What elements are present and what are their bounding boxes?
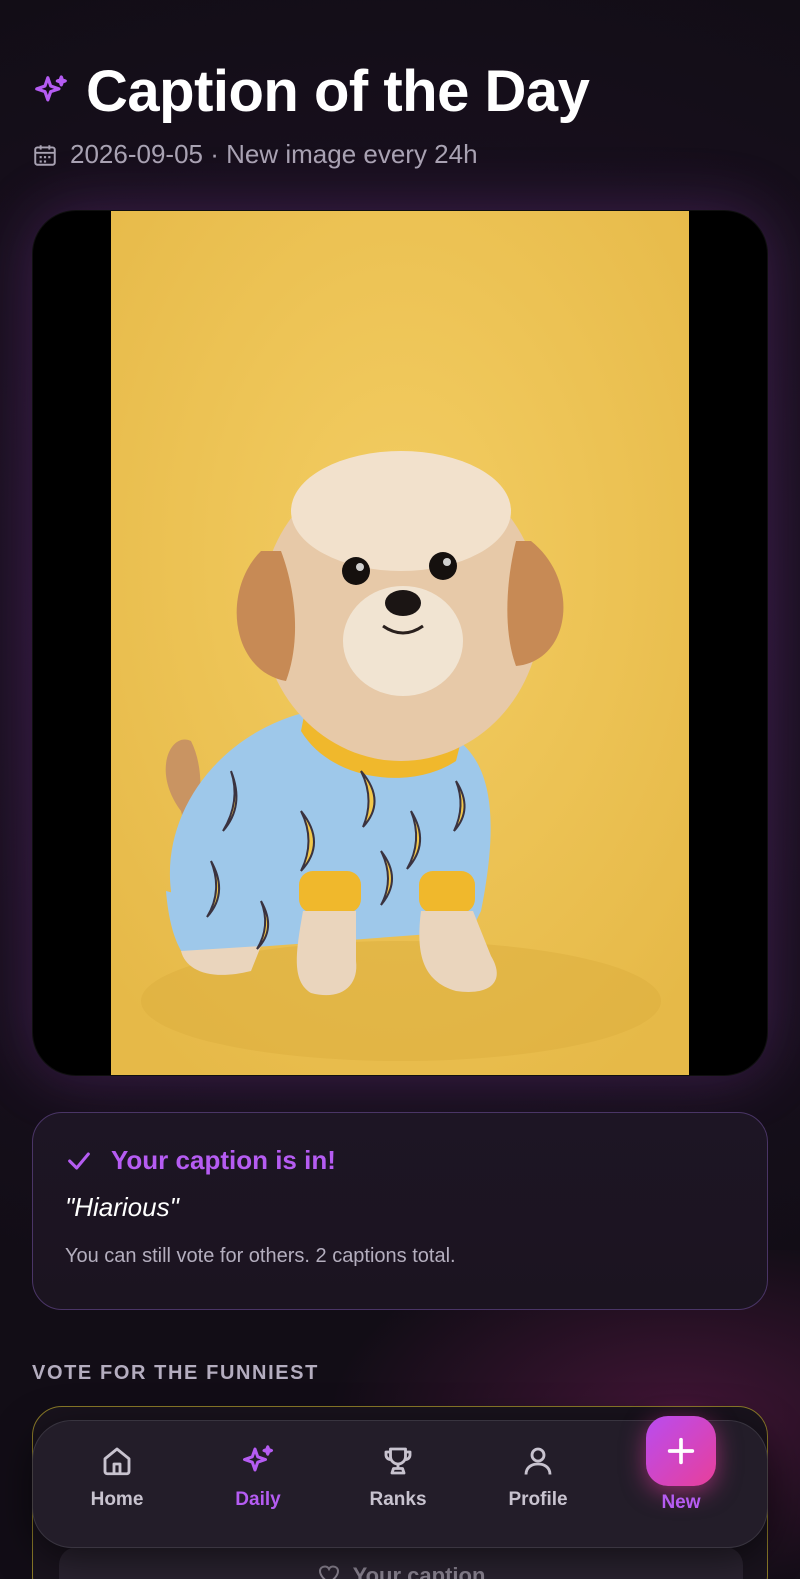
nav-ranks[interactable]: Ranks xyxy=(338,1443,458,1511)
sparkles-icon xyxy=(243,1445,273,1472)
user-icon xyxy=(524,1447,552,1475)
sparkles-icon xyxy=(35,74,67,101)
trophy-icon xyxy=(384,1447,412,1475)
date-separator: · xyxy=(203,139,227,169)
page-title: Caption of the Day xyxy=(86,59,590,124)
checkmark-icon xyxy=(68,1151,90,1170)
vote-section-label: VOTE FOR THE FUNNIEST xyxy=(32,1362,319,1384)
dog-illustration xyxy=(111,211,689,1075)
nav-profile-label: Profile xyxy=(508,1489,568,1510)
daily-photo xyxy=(111,211,689,1075)
daily-image-card[interactable] xyxy=(32,210,768,1076)
nav-profile[interactable]: Profile xyxy=(478,1443,598,1511)
plus-icon xyxy=(667,1437,695,1465)
calendar-icon xyxy=(34,144,56,166)
submitted-caption: "Hiarious" xyxy=(65,1192,179,1222)
cadence-text: New image every 24h xyxy=(226,139,478,169)
heart-icon xyxy=(318,1565,339,1579)
title-row: Caption of the Day xyxy=(32,58,768,125)
nav-daily-label: Daily xyxy=(235,1489,281,1510)
date-text: 2026-09-05 xyxy=(70,139,203,169)
nav-daily[interactable]: Daily xyxy=(198,1443,318,1511)
date-row: 2026-09-05 · New image every 24h xyxy=(32,139,768,170)
status-title: Your caption is in! xyxy=(111,1145,336,1175)
submission-status-card: Your caption is in! "Hiarious" You can s… xyxy=(32,1112,768,1310)
page-header: Caption of the Day 2026-09-05 · New imag… xyxy=(32,58,768,170)
nav-ranks-label: Ranks xyxy=(369,1489,427,1510)
home-icon xyxy=(103,1447,131,1476)
status-note: You can still vote for others. 2 caption… xyxy=(65,1245,456,1267)
new-button-label[interactable]: New xyxy=(621,1492,741,1514)
status-header: Your caption is in! xyxy=(65,1145,735,1176)
your-caption-badge: Your caption xyxy=(59,1547,743,1579)
nav-home[interactable]: Home xyxy=(57,1443,177,1511)
new-caption-button[interactable] xyxy=(646,1416,716,1486)
your-caption-label: Your caption xyxy=(352,1563,486,1579)
nav-home-label: Home xyxy=(90,1489,144,1510)
